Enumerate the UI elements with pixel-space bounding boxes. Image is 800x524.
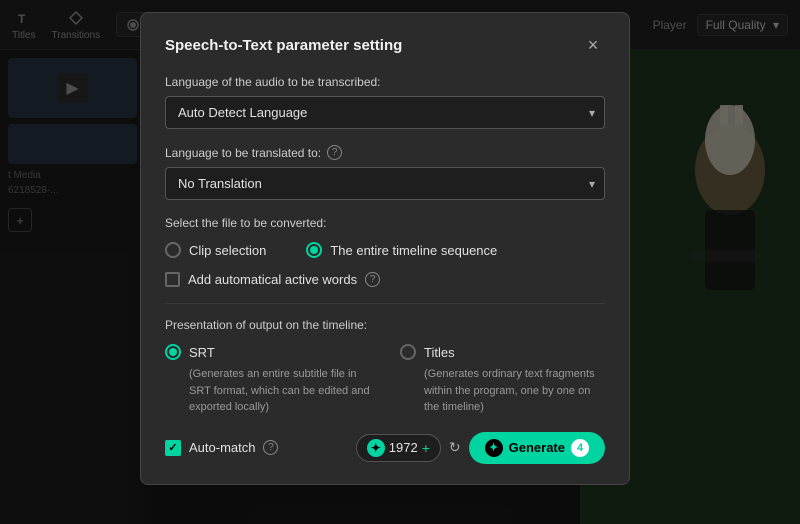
dialog-header: Speech-to-Text parameter setting ×: [165, 33, 605, 57]
language-translate-label: Language to be translated to:: [165, 146, 321, 160]
auto-match-row: ✓ Auto-match ?: [165, 440, 278, 456]
divider: [165, 303, 605, 304]
clip-selection-option[interactable]: Clip selection: [165, 242, 266, 258]
coin-area: ✦ 1972 +: [356, 434, 441, 462]
auto-match-label: Auto-match: [189, 440, 255, 455]
language-audio-label: Language of the audio to be transcribed:: [165, 75, 605, 89]
active-words-checkbox[interactable]: [165, 272, 180, 287]
clip-selection-label: Clip selection: [189, 243, 266, 258]
titles-header: Titles: [400, 344, 605, 360]
language-translate-select[interactable]: No Translation: [165, 167, 605, 200]
auto-match-checkbox[interactable]: ✓: [165, 440, 181, 456]
generate-label: Generate: [509, 440, 565, 455]
close-icon: ×: [588, 35, 599, 56]
language-audio-select-wrapper: Auto Detect Language ▾: [165, 96, 605, 129]
titles-option: Titles (Generates ordinary text fragment…: [400, 344, 605, 416]
speech-to-text-dialog: Speech-to-Text parameter setting × Langu…: [140, 12, 630, 485]
checkmark-icon: ✓: [168, 441, 177, 454]
language-translate-select-wrapper: No Translation ▾: [165, 167, 605, 200]
active-words-row: Add automatical active words ?: [165, 272, 605, 287]
coin-icon: ✦: [367, 439, 385, 457]
file-convert-options: Clip selection The entire timeline seque…: [165, 242, 605, 258]
generate-badge: 4: [571, 439, 589, 457]
coin-plus-icon[interactable]: +: [422, 440, 430, 456]
active-words-help-icon[interactable]: ?: [365, 272, 380, 287]
srt-radio[interactable]: [165, 344, 181, 360]
translate-help-icon[interactable]: ?: [327, 145, 342, 160]
presentation-label: Presentation of output on the timeline:: [165, 318, 605, 332]
titles-radio[interactable]: [400, 344, 416, 360]
active-words-label: Add automatical active words: [188, 272, 357, 287]
right-actions: ✦ 1972 + ↻ ✦ Generate 4: [356, 432, 605, 464]
file-convert-label: Select the file to be converted:: [165, 216, 605, 230]
language-audio-select[interactable]: Auto Detect Language: [165, 96, 605, 129]
titles-desc: (Generates ordinary text fragments withi…: [400, 366, 605, 416]
dialog-footer: ✓ Auto-match ? ✦ 1972 + ↻ ✦ Generate 4: [165, 432, 605, 464]
translate-label-row: Language to be translated to: ?: [165, 145, 605, 160]
srt-header: SRT: [165, 344, 370, 360]
coin-count: 1972: [389, 440, 418, 455]
entire-timeline-label: The entire timeline sequence: [330, 243, 497, 258]
titles-output-label: Titles: [424, 345, 455, 360]
srt-label: SRT: [189, 345, 215, 360]
clip-selection-radio[interactable]: [165, 242, 181, 258]
srt-desc: (Generates an entire subtitle file in SR…: [165, 366, 370, 416]
dialog-close-button[interactable]: ×: [581, 33, 605, 57]
auto-match-help-icon[interactable]: ?: [263, 440, 278, 455]
generate-button[interactable]: ✦ Generate 4: [469, 432, 605, 464]
output-options: SRT (Generates an entire subtitle file i…: [165, 344, 605, 416]
presentation-section: Presentation of output on the timeline: …: [165, 318, 605, 416]
entire-timeline-option[interactable]: The entire timeline sequence: [306, 242, 497, 258]
entire-timeline-radio[interactable]: [306, 242, 322, 258]
refresh-icon[interactable]: ↻: [449, 439, 461, 456]
generate-icon: ✦: [485, 439, 503, 457]
srt-option: SRT (Generates an entire subtitle file i…: [165, 344, 370, 416]
dialog-title: Speech-to-Text parameter setting: [165, 37, 402, 54]
